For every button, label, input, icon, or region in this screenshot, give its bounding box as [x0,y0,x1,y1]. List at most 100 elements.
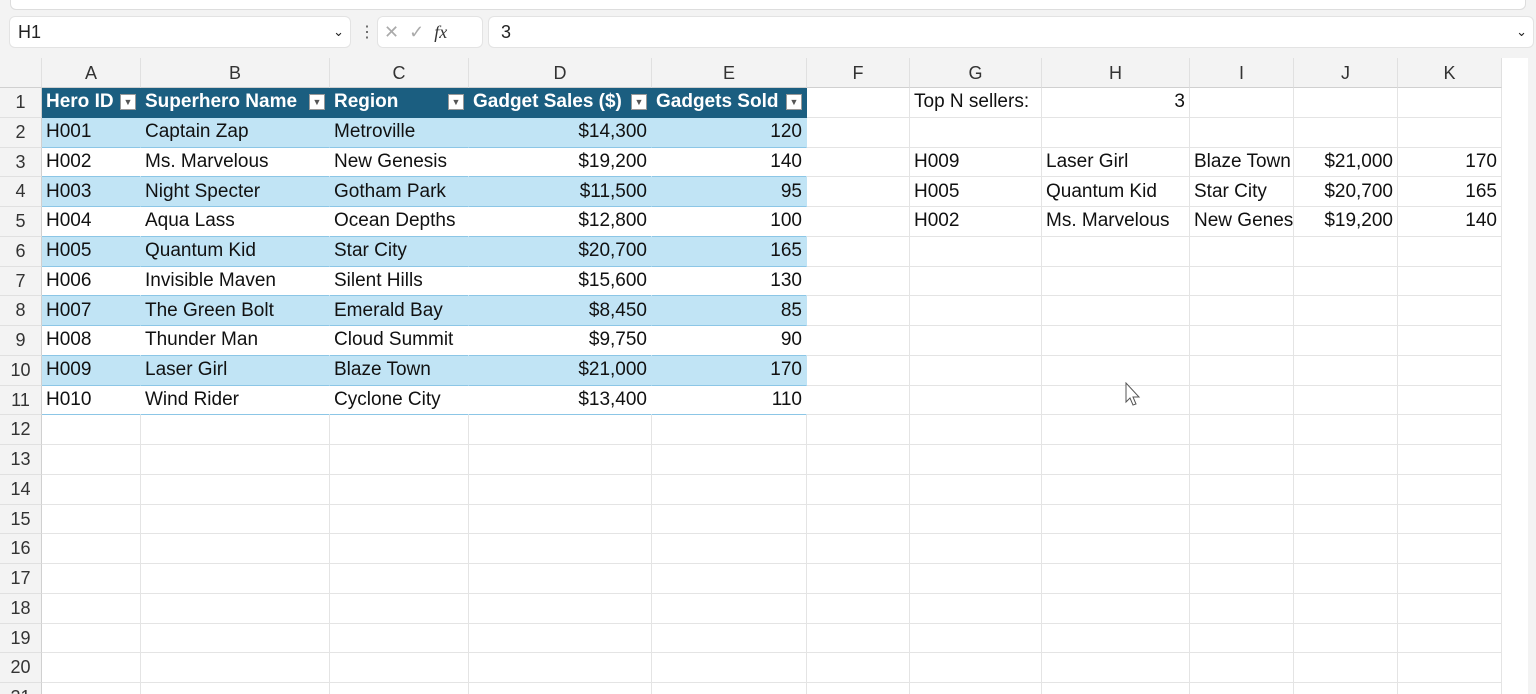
table-cell[interactable]: $14,300 [469,117,652,148]
cell[interactable] [910,117,1042,148]
cell[interactable] [1042,266,1190,297]
table-cell[interactable]: 95 [652,177,807,207]
table-cell[interactable]: Emerald Bay [330,296,469,326]
cell[interactable] [1294,623,1398,654]
cell[interactable] [807,623,910,654]
filter-dropdown-icon[interactable]: ▼ [448,94,464,111]
cell[interactable] [652,623,807,654]
table-cell[interactable]: 90 [652,326,807,356]
table-cell[interactable]: 170 [652,355,807,386]
cell[interactable] [1042,623,1190,654]
result-cell[interactable]: H009 [910,147,1042,178]
table-cell[interactable]: $15,600 [469,266,652,297]
table-cell[interactable]: H007 [42,296,141,326]
cell[interactable] [910,564,1042,594]
cell[interactable] [652,474,807,505]
cell[interactable] [1398,504,1502,535]
table-cell[interactable]: 100 [652,207,807,237]
result-cell[interactable]: 170 [1398,147,1502,178]
column-header-C[interactable]: C [330,58,469,88]
cell[interactable] [1294,593,1398,624]
cell[interactable] [330,623,469,654]
cell[interactable] [1190,88,1294,118]
result-cell[interactable]: $20,700 [1294,177,1398,207]
cell[interactable] [42,445,141,475]
table-cell[interactable]: Star City [330,236,469,267]
row-header-11[interactable]: 11 [0,385,42,416]
cell[interactable] [1190,266,1294,297]
cell[interactable] [910,236,1042,267]
table-cell[interactable]: $19,200 [469,147,652,178]
cell[interactable] [1294,385,1398,416]
cell[interactable] [330,683,469,694]
cell[interactable] [1398,296,1502,326]
cell[interactable] [1042,385,1190,416]
cell[interactable] [910,504,1042,535]
row-header-20[interactable]: 20 [0,653,42,683]
cell[interactable] [652,415,807,445]
cell[interactable] [1398,564,1502,594]
cell[interactable] [1294,504,1398,535]
cell[interactable] [910,623,1042,654]
cell[interactable] [469,474,652,505]
cell[interactable] [469,445,652,475]
cell[interactable] [807,147,910,178]
cell[interactable] [1190,117,1294,148]
cell[interactable] [330,653,469,683]
cell[interactable] [1294,415,1398,445]
cell[interactable] [807,683,910,694]
cell[interactable] [1042,355,1190,386]
table-cell[interactable]: H005 [42,236,141,267]
cell[interactable] [1042,564,1190,594]
table-cell[interactable]: Night Specter [141,177,330,207]
cell[interactable] [42,653,141,683]
table-cell[interactable]: Metroville [330,117,469,148]
cell[interactable] [330,504,469,535]
cell[interactable] [1190,653,1294,683]
cell[interactable] [141,534,330,564]
table-cell[interactable]: 130 [652,266,807,297]
expand-formula-bar-icon[interactable]: ⌄ [1516,24,1527,40]
cell[interactable] [42,593,141,624]
cell[interactable] [807,88,910,118]
cell[interactable] [42,504,141,535]
cell[interactable] [330,415,469,445]
table-cell[interactable]: 85 [652,296,807,326]
cell[interactable] [807,564,910,594]
cell[interactable] [1294,534,1398,564]
cell[interactable] [807,296,910,326]
cell[interactable] [469,564,652,594]
cell[interactable] [910,683,1042,694]
table-cell[interactable]: Invisible Maven [141,266,330,297]
table-cell[interactable]: 140 [652,147,807,178]
cell[interactable] [807,504,910,535]
table-cell[interactable]: Silent Hills [330,266,469,297]
table-cell[interactable]: Aqua Lass [141,207,330,237]
table-cell[interactable]: H008 [42,326,141,356]
cell[interactable] [1042,653,1190,683]
table-header-cell[interactable]: Hero ID ▼ [42,88,141,118]
cell[interactable] [1398,88,1502,118]
cell[interactable] [1190,504,1294,535]
result-cell[interactable]: H002 [910,207,1042,237]
table-cell[interactable]: $12,800 [469,207,652,237]
cell[interactable] [652,534,807,564]
column-header-H[interactable]: H [1042,58,1190,88]
cell[interactable] [1190,534,1294,564]
cell[interactable] [910,593,1042,624]
table-cell[interactable]: H010 [42,385,141,416]
cell[interactable] [1042,534,1190,564]
table-cell[interactable]: H004 [42,207,141,237]
cell[interactable] [1190,296,1294,326]
chevron-down-icon[interactable]: ⌄ [333,24,344,40]
cell[interactable] [1042,683,1190,694]
cell[interactable] [1042,593,1190,624]
cell[interactable] [469,653,652,683]
cell[interactable] [141,683,330,694]
cell[interactable] [330,564,469,594]
cell[interactable] [910,296,1042,326]
cell[interactable] [1190,385,1294,416]
filter-dropdown-icon[interactable]: ▼ [309,94,325,111]
cell[interactable] [141,445,330,475]
row-header-1[interactable]: 1 [0,88,42,118]
